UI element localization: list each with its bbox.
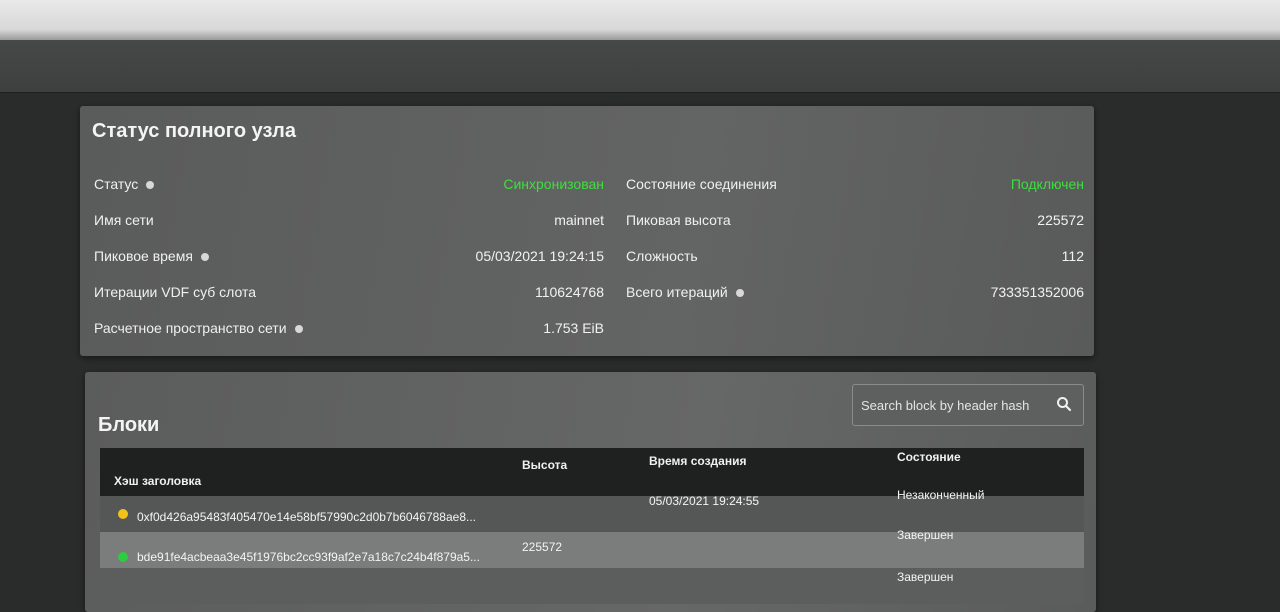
connection-state-value: Подключен [1010,176,1084,192]
vdf-iterations-label: Итерации VDF суб слота [94,284,257,300]
help-icon[interactable] [200,253,209,262]
peak-time-label: Пиковое время [94,248,209,264]
column-header-height[interactable]: Высота [522,458,567,472]
screen-glare [0,0,1280,42]
row-state: Незаконченный [897,488,985,502]
app-header [0,40,1280,93]
connection-state-row: Состояние соединения Подключен [626,172,1084,208]
vdf-iterations-row: Итерации VDF суб слота 110624768 [94,280,604,316]
help-icon[interactable] [146,181,155,190]
full-node-status-card: Статус полного узла Статус Синхронизован… [80,106,1094,356]
peak-time-row: Пиковое время 05/03/2021 19:24:15 [94,244,604,280]
column-header-state[interactable]: Состояние [897,450,961,464]
status-value: Синхронизован [503,176,604,192]
help-icon[interactable] [735,289,744,298]
total-iterations-row: Всего итераций 733351352006 [626,280,1084,316]
row-height: 225572 [522,540,563,554]
help-icon[interactable] [294,325,303,334]
peak-height-row: Пиковая высота 225572 [626,208,1084,244]
status-right-column: Состояние соединения Подключен Пиковая в… [626,172,1084,316]
netspace-label: Расчетное пространство сети [94,320,303,336]
status-row: Статус Синхронизован [94,172,604,208]
status-label: Статус [94,176,155,192]
total-iterations-value: 733351352006 [990,284,1084,300]
vdf-iterations-value: 110624768 [534,284,604,300]
column-header-hash[interactable]: Хэш заголовка [114,474,201,488]
difficulty-value: 112 [1061,248,1084,264]
peak-time-value: 05/03/2021 19:24:15 [475,248,604,264]
state-dot [118,509,128,519]
state-dot [118,552,128,562]
table-row[interactable]: Завершен [100,568,1084,604]
status-left-column: Статус Синхронизован Имя сети mainnet Пи… [94,172,604,352]
total-iterations-label: Всего итераций [626,284,744,300]
network-name-value: mainnet [554,212,604,228]
row-time: 05/03/2021 19:24:55 [649,494,760,508]
netspace-row: Расчетное пространство сети 1.753 EiB [94,316,604,352]
peak-height-label: Пиковая высота [626,212,731,228]
network-name-row: Имя сети mainnet [94,208,604,244]
difficulty-row: Сложность 112 [626,244,1084,280]
page-title: Статус полного узла [92,120,296,142]
search-input[interactable] [859,393,1043,417]
row-hash[interactable]: bde91fe4acbeaa3e45f1976bc2cc93f9af2e7a18… [137,550,497,564]
search-box[interactable] [852,384,1084,426]
peak-height-value: 225572 [1037,212,1084,228]
column-header-time[interactable]: Время создания [649,454,746,468]
network-name-label: Имя сети [94,212,154,228]
blocks-table: Хэш заголовка Высота Время создания Сост… [100,448,1084,604]
netspace-value: 1.753 EiB [543,320,604,336]
blocks-title: Блоки [98,414,160,436]
difficulty-label: Сложность [626,248,698,264]
search-icon[interactable] [1055,395,1073,413]
row-state: Завершен [897,570,954,584]
connection-state-label: Состояние соединения [626,176,777,192]
table-row[interactable]: bde91fe4acbeaa3e45f1976bc2cc93f9af2e7a18… [100,528,1084,568]
blocks-card: Блоки Хэш заголовка Высота Время создани… [85,372,1096,612]
row-hash[interactable]: 0xf0d426a95483f405470e14e58bf57990c2d0b7… [137,510,497,524]
row-state: Завершен [897,528,954,542]
table-row[interactable]: 0xf0d426a95483f405470e14e58bf57990c2d0b7… [100,488,1084,532]
